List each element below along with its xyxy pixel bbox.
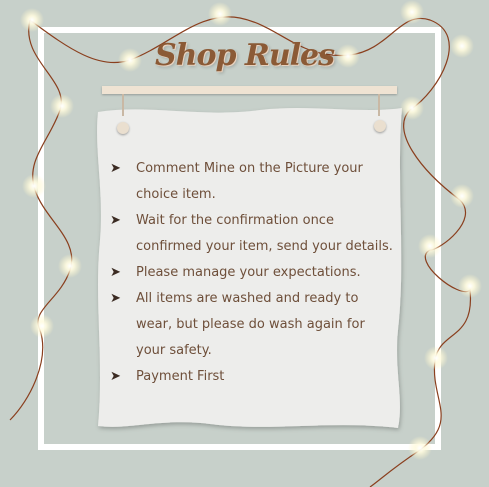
hanging-string-right (378, 94, 380, 116)
hanging-string-left (122, 94, 124, 116)
hanging-rod (102, 86, 397, 94)
rule-text: Payment First (136, 369, 225, 384)
pin-left-icon (117, 122, 129, 134)
list-item: ➤ All items are washed and ready to wear… (110, 286, 395, 364)
list-item: ➤ Comment Mine on the Picture your choic… (110, 156, 395, 208)
rule-text: Please manage your expectations. (136, 265, 361, 280)
pin-right-icon (374, 120, 386, 132)
arrow-bullet-icon: ➤ (110, 265, 121, 280)
arrow-bullet-icon: ➤ (110, 213, 121, 228)
list-item: ➤ Payment First (110, 364, 395, 390)
rule-text: Wait for the confirmation once confirmed… (136, 213, 393, 254)
list-item: ➤ Wait for the confirmation once confirm… (110, 208, 395, 260)
arrow-bullet-icon: ➤ (110, 369, 121, 384)
rule-text: Comment Mine on the Picture your choice … (136, 161, 363, 202)
list-item: ➤ Please manage your expectations. (110, 260, 395, 286)
string-lights-wire-left (9, 19, 73, 421)
page-title: Shop Rules (154, 38, 335, 73)
rule-text: All items are washed and ready to wear, … (136, 291, 365, 358)
arrow-bullet-icon: ➤ (110, 291, 121, 306)
arrow-bullet-icon: ➤ (110, 161, 121, 176)
rules-list: ➤ Comment Mine on the Picture your choic… (110, 156, 395, 390)
